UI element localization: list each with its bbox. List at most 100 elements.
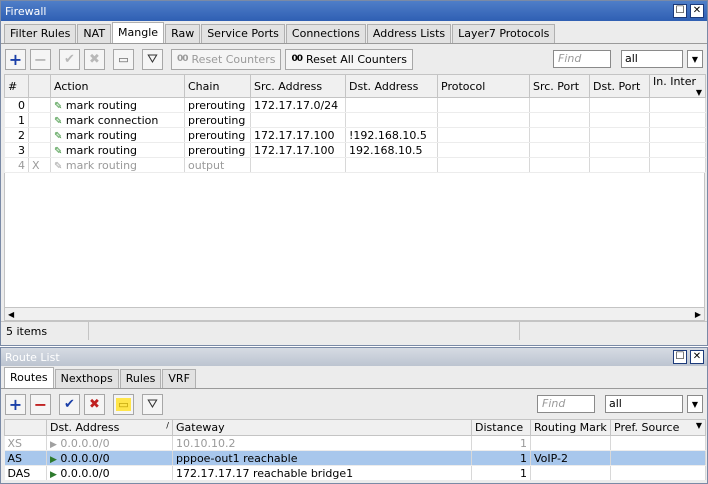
col-chain[interactable]: Chain <box>184 74 251 98</box>
item-count: 5 items <box>6 324 48 338</box>
remove-button[interactable]: − <box>30 48 51 70</box>
table-row[interactable]: 4 X ✎ mark routing output <box>4 157 706 173</box>
col-dst-port[interactable]: Dst. Port <box>589 74 650 98</box>
col-flags[interactable] <box>28 74 51 98</box>
enable-button[interactable]: ✔ <box>59 48 80 70</box>
route-dst-label: 0.0.0.0/0 <box>60 466 110 480</box>
table-row[interactable]: 0 ✎ mark routing prerouting 172.17.17.0/… <box>4 97 706 113</box>
tab-nexthops[interactable]: Nexthops <box>54 369 119 388</box>
filter-dropdown-arrow[interactable]: ▼ <box>687 395 703 413</box>
col-pref-source[interactable]: Pref. Source ▼ <box>610 419 706 436</box>
check-icon: ✔ <box>64 51 75 67</box>
col-gateway[interactable]: Gateway <box>172 419 472 436</box>
route-routing-mark <box>530 435 611 451</box>
scroll-left-icon[interactable]: ◀ <box>5 310 14 319</box>
route-dst-address: ▶ 0.0.0.0/0 <box>46 450 173 466</box>
remove-button[interactable]: − <box>30 393 51 415</box>
tab-raw[interactable]: Raw <box>165 24 201 43</box>
col-in-interface[interactable]: In. Inter ▼ <box>649 74 706 98</box>
funnel-icon: ⛛ <box>147 396 158 412</box>
route-gateway: pppoe-out1 reachable <box>172 450 472 466</box>
route-gateway: 10.10.10.2 <box>172 435 472 451</box>
find-input[interactable]: Find <box>537 395 595 413</box>
filter-button[interactable]: ⛛ <box>142 48 163 70</box>
route-flag-icon: ▶ <box>50 439 57 450</box>
rule-number: 4 <box>4 157 29 173</box>
col-flags[interactable] <box>4 419 47 436</box>
disable-button[interactable]: ✖ <box>84 393 105 415</box>
rule-src-address <box>250 157 346 173</box>
col-protocol[interactable]: Protocol <box>437 74 530 98</box>
col-dst-address[interactable]: Dst. Address / <box>46 419 173 436</box>
table-row[interactable]: 2 ✎ mark routing prerouting 172.17.17.10… <box>4 127 706 143</box>
disable-button[interactable]: ✖ <box>84 48 105 70</box>
tab-vrf[interactable]: VRF <box>162 369 196 388</box>
chevron-down-icon[interactable]: ▼ <box>696 421 702 430</box>
x-icon: ✖ <box>89 396 100 412</box>
minus-icon: − <box>33 394 48 414</box>
chevron-down-icon[interactable]: ▼ <box>696 88 702 97</box>
col-dst-address[interactable]: Dst. Address <box>345 74 438 98</box>
minus-icon: − <box>33 49 48 69</box>
scroll-right-icon[interactable]: ▶ <box>695 310 704 319</box>
table-row[interactable]: 3 ✎ mark routing prerouting 172.17.17.10… <box>4 142 706 158</box>
filter-button[interactable]: ⛛ <box>142 393 163 415</box>
funnel-icon: ⛛ <box>147 51 158 67</box>
comment-button[interactable]: ▭ <box>113 393 134 415</box>
col-routing-mark[interactable]: Routing Mark <box>530 419 611 436</box>
tab-filter-rules[interactable]: Filter Rules <box>4 24 77 43</box>
reset-counters-button[interactable]: 00 Reset Counters <box>171 48 282 70</box>
col-action[interactable]: Action <box>50 74 185 98</box>
table-row[interactable]: 1 ✎ mark connection prerouting <box>4 112 706 128</box>
close-button[interactable]: ✕ <box>690 350 704 364</box>
close-button[interactable]: ✕ <box>690 4 704 18</box>
tab-service-ports[interactable]: Service Ports <box>201 24 285 43</box>
tab-nat[interactable]: NAT <box>77 24 112 43</box>
filter-select[interactable]: all <box>621 50 683 68</box>
filter-select[interactable]: all <box>605 395 683 413</box>
col-number[interactable]: # <box>4 74 29 98</box>
reset-all-counters-button[interactable]: 00 Reset All Counters <box>285 48 414 70</box>
table-row[interactable]: DAS ▶ 0.0.0.0/0 172.17.17.17 reachable b… <box>4 465 706 481</box>
col-src-address[interactable]: Src. Address <box>250 74 346 98</box>
rule-number: 1 <box>4 112 29 128</box>
tab-address-lists[interactable]: Address Lists <box>366 24 452 43</box>
rule-action-label: mark routing <box>65 143 138 157</box>
horizontal-scrollbar[interactable]: ◀ ▶ <box>4 307 705 321</box>
tab-routes[interactable]: Routes <box>4 367 54 388</box>
pencil-icon: ✎ <box>54 145 63 157</box>
add-button[interactable]: + <box>5 393 26 415</box>
rule-action-label: mark routing <box>65 98 138 112</box>
counter-icon: 00 <box>177 54 188 64</box>
tab-rules[interactable]: Rules <box>119 369 162 388</box>
rule-dst-address <box>345 157 438 173</box>
col-distance[interactable]: Distance <box>471 419 531 436</box>
find-input[interactable]: Find <box>553 50 611 68</box>
enable-button[interactable]: ✔ <box>59 393 80 415</box>
table-row[interactable]: AS ▶ 0.0.0.0/0 pppoe-out1 reachable 1 Vo… <box>4 450 706 466</box>
maximize-button[interactable]: ☐ <box>673 4 687 18</box>
comment-button[interactable]: ▭ <box>113 48 134 70</box>
reset-all-counters-label: Reset All Counters <box>305 52 408 66</box>
filter-dropdown-arrow[interactable]: ▼ <box>687 50 703 68</box>
rule-chain: prerouting <box>184 142 251 158</box>
rule-number: 3 <box>4 142 29 158</box>
route-distance: 1 <box>471 450 531 466</box>
tab-mangle[interactable]: Mangle <box>112 22 165 43</box>
sort-icon: / <box>166 421 169 430</box>
rule-src-address: 172.17.17.100 <box>250 127 346 143</box>
tab-connections[interactable]: Connections <box>285 24 366 43</box>
rule-action: ✎ mark routing <box>50 97 185 113</box>
col-src-port[interactable]: Src. Port <box>529 74 590 98</box>
rule-flag <box>28 112 51 128</box>
table-row[interactable]: XS ▶ 0.0.0.0/0 10.10.10.2 1 <box>4 435 706 451</box>
rule-flag <box>28 97 51 113</box>
maximize-button[interactable]: ☐ <box>673 350 687 364</box>
rule-flag <box>28 142 51 158</box>
route-list-titlebar[interactable]: Route List ☐ ✕ <box>1 348 707 366</box>
col-pref-source-label: Pref. Source <box>614 421 680 434</box>
tab-layer7-protocols[interactable]: Layer7 Protocols <box>452 24 556 43</box>
rule-dst-address <box>345 112 438 128</box>
firewall-titlebar[interactable]: Firewall ☐ ✕ <box>1 1 707 21</box>
add-button[interactable]: + <box>5 48 26 70</box>
